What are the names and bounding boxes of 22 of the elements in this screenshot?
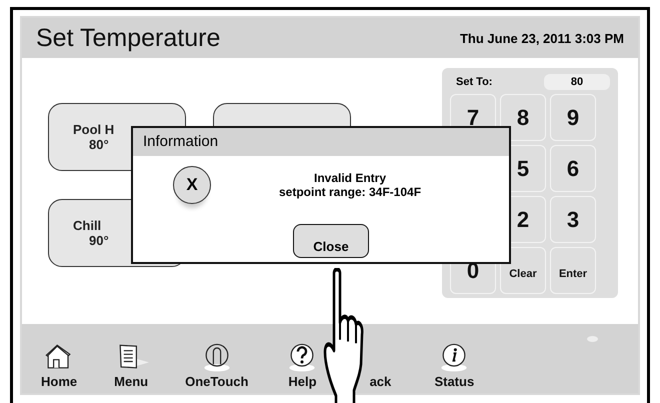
nav-button[interactable]: Status <box>434 342 474 389</box>
set-to-value: 80 <box>544 74 610 90</box>
keypad-key[interactable]: 8 <box>500 94 546 141</box>
keypad-key[interactable]: 9 <box>550 94 596 141</box>
page-title: Set Temperature <box>36 24 220 52</box>
date-time: Thu June 23, 2011 3:03 PM <box>460 30 624 46</box>
keypad-key[interactable]: Enter <box>550 247 596 294</box>
close-button[interactable]: Close <box>293 224 369 258</box>
nav-button[interactable]: Menu <box>113 342 150 389</box>
dialog-message: Invalid Entry <box>314 171 386 185</box>
nav-button[interactable]: Help <box>284 342 320 389</box>
error-icon: X <box>173 166 211 204</box>
indicator-dot <box>587 336 598 342</box>
set-to-label: Set To: <box>455 76 492 88</box>
keypad-key[interactable]: Clear <box>500 247 546 294</box>
dialog-message: setpoint range: 34F-104F <box>279 185 422 199</box>
keypad-key[interactable]: 3 <box>550 196 596 243</box>
nav-button[interactable]: ack <box>362 374 398 389</box>
keypad-key[interactable]: 6 <box>550 145 596 192</box>
nav-button[interactable]: OneTouch <box>185 342 248 389</box>
nav-button[interactable]: Home <box>41 342 78 389</box>
dialog-title: Information <box>133 128 509 156</box>
